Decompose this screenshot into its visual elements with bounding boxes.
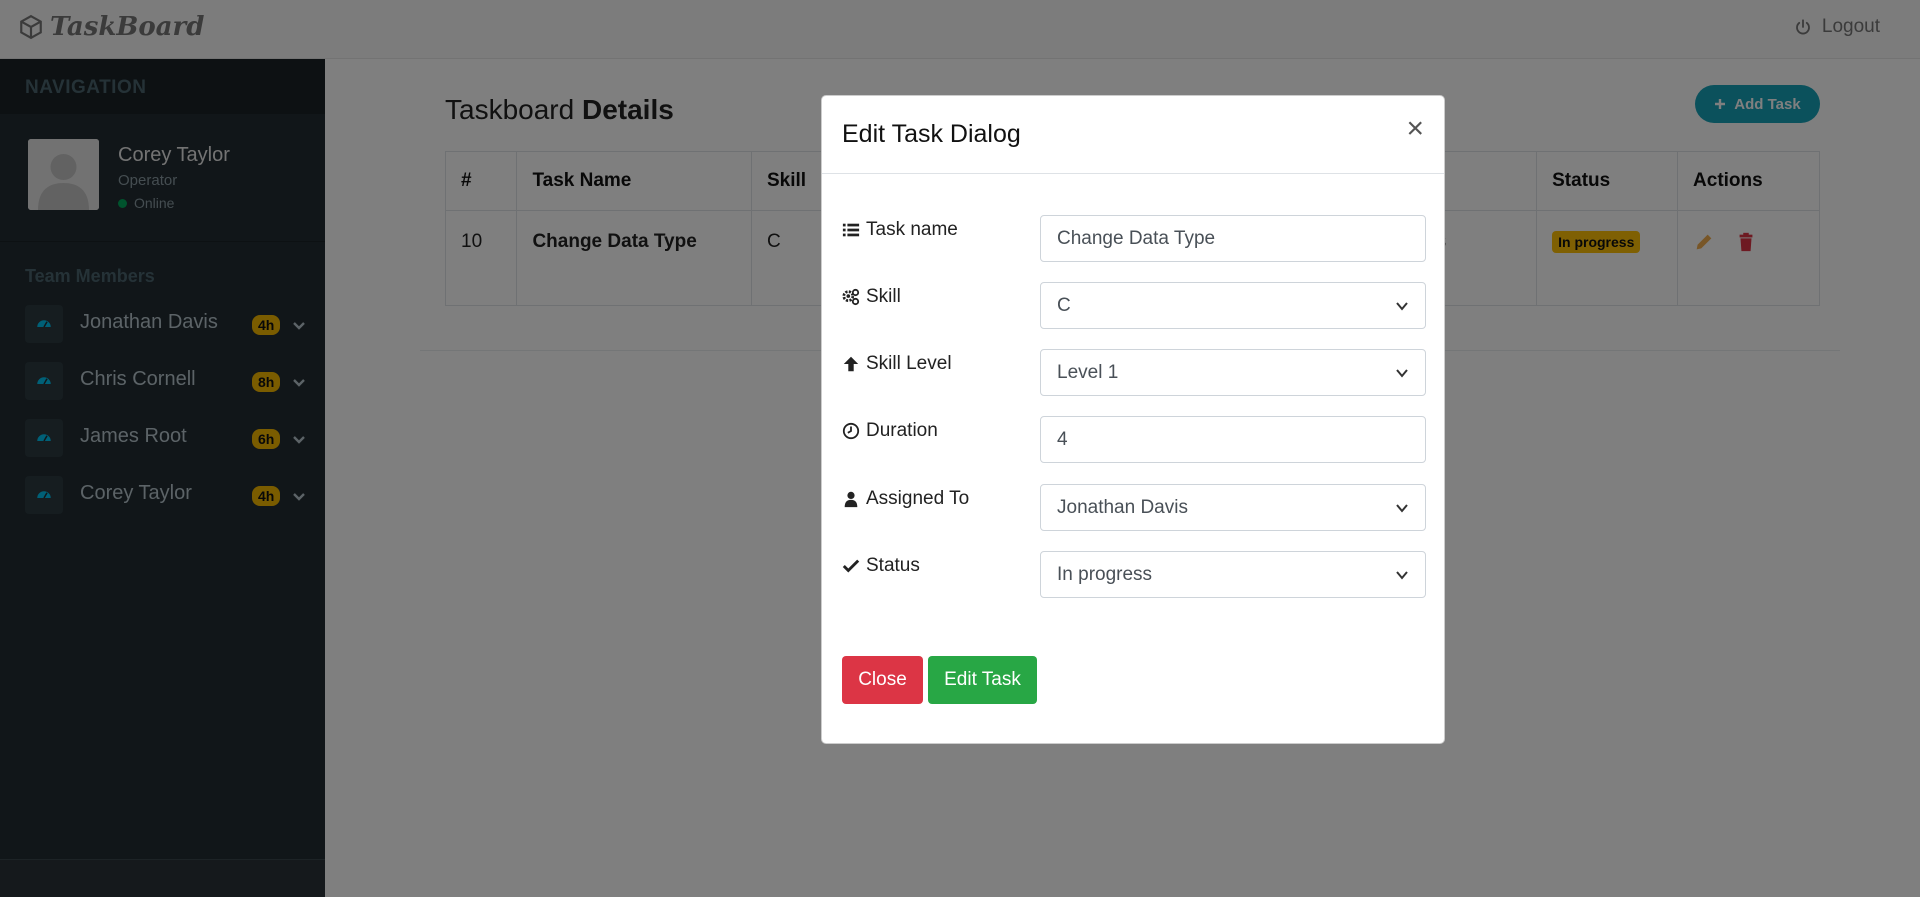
close-button[interactable]: Close xyxy=(842,656,923,704)
status-select[interactable]: In progress xyxy=(1040,551,1426,598)
chevron-down-icon xyxy=(1396,301,1408,311)
user-icon xyxy=(844,491,858,508)
arrow-up-icon xyxy=(843,356,859,372)
duration-row: Duration 4 xyxy=(842,416,1426,464)
status-label: Status xyxy=(842,555,920,577)
skill-level-select[interactable]: Level 1 xyxy=(1040,349,1426,396)
chevron-down-icon xyxy=(1396,503,1408,513)
chevron-down-icon xyxy=(1396,368,1408,378)
close-icon[interactable]: × xyxy=(1406,114,1424,144)
edit-task-button[interactable]: Edit Task xyxy=(928,656,1037,704)
status-row: Status In progress xyxy=(842,551,1426,599)
skill-select[interactable]: C xyxy=(1040,282,1426,329)
dialog-header: Edit Task Dialog × xyxy=(822,96,1444,174)
task-name-row: Task name Change Data Type xyxy=(842,215,1426,263)
check-icon xyxy=(842,559,860,573)
chevron-down-icon xyxy=(1396,570,1408,580)
dialog-title: Edit Task Dialog xyxy=(842,120,1021,148)
duration-input[interactable]: 4 xyxy=(1040,416,1426,463)
skill-label: Skill xyxy=(842,286,901,308)
assigned-to-label: Assigned To xyxy=(842,488,969,510)
duration-label: Duration xyxy=(842,420,938,442)
assigned-to-row: Assigned To Jonathan Davis xyxy=(842,484,1426,532)
task-name-input[interactable]: Change Data Type xyxy=(1040,215,1426,262)
skill-level-label: Skill Level xyxy=(842,353,952,375)
assigned-to-select[interactable]: Jonathan Davis xyxy=(1040,484,1426,531)
skill-level-row: Skill Level Level 1 xyxy=(842,349,1426,397)
clock-icon xyxy=(842,422,860,440)
skill-row: Skill C xyxy=(842,282,1426,330)
list-icon xyxy=(842,223,860,237)
edit-task-dialog: Edit Task Dialog × Task name Change Data… xyxy=(821,95,1445,744)
task-name-label: Task name xyxy=(842,219,958,241)
gears-icon xyxy=(842,288,860,306)
